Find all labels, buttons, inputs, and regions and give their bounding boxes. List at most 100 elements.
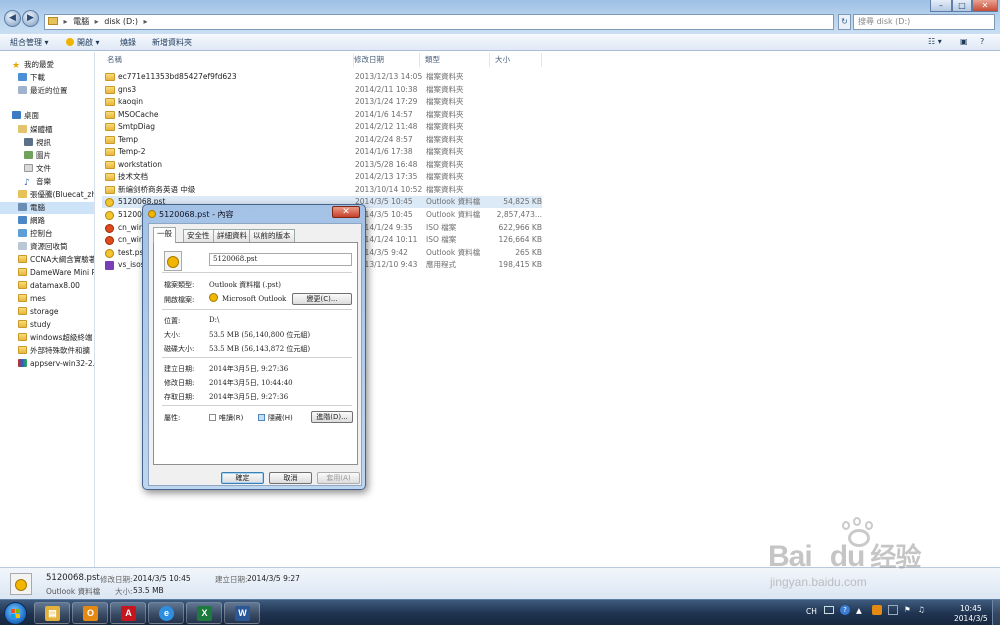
- help-icon[interactable]: ?: [980, 37, 984, 46]
- nav-favorites[interactable]: ★ 我的最愛: [12, 59, 54, 71]
- change-button[interactable]: 變更(C)...: [292, 293, 352, 305]
- nav-pictures[interactable]: 圖片: [24, 150, 51, 162]
- start-button[interactable]: [4, 602, 27, 625]
- new-folder-button[interactable]: 新增資料夾: [152, 37, 192, 48]
- keyboard-icon[interactable]: [824, 606, 834, 614]
- opens-with-value: Microsoft Outlook: [222, 295, 287, 303]
- column-header-name[interactable]: 名稱: [102, 53, 354, 67]
- hidden-label: 隱藏(H): [268, 414, 293, 422]
- nav-archive-appserv[interactable]: appserv-win32-2.5: [18, 358, 94, 370]
- maximize-button[interactable]: □: [952, 0, 972, 12]
- column-header-date[interactable]: 修改日期: [349, 53, 420, 67]
- tab-security[interactable]: 安全性: [183, 229, 214, 242]
- clock-date[interactable]: 2014/3/5: [954, 614, 988, 623]
- flag-icon[interactable]: ⚑: [904, 605, 911, 614]
- file-row[interactable]: SmtpDiag 2014/2/12 11:48 檔案資料夾: [102, 121, 542, 133]
- taskbar-outlook-button[interactable]: O: [72, 602, 108, 624]
- outlook-data-file-icon: [164, 251, 182, 271]
- taskbar-explorer-button[interactable]: ▤: [34, 602, 70, 624]
- clock-time[interactable]: 10:45: [960, 604, 982, 613]
- file-row[interactable]: workstation 2013/5/28 16:48 檔案資料夾: [102, 159, 542, 171]
- tray-expand-icon[interactable]: ▲: [856, 606, 862, 615]
- file-row[interactable]: MSOCache 2014/1/6 14:57 檔案資料夾: [102, 109, 542, 121]
- apply-button[interactable]: 套用(A): [317, 472, 360, 484]
- nav-network[interactable]: 網路: [18, 215, 45, 227]
- show-desktop-button[interactable]: [992, 600, 1000, 625]
- taskbar-word-button[interactable]: W: [224, 602, 260, 624]
- outlook-tray-icon[interactable]: [872, 605, 882, 615]
- file-row[interactable]: 新编剑桥商务英语 中级 2013/10/14 10:52 檔案資料夾: [102, 184, 542, 196]
- search-input[interactable]: 搜尋 disk (D:): [853, 14, 995, 30]
- column-header-type[interactable]: 類型: [420, 53, 490, 67]
- nav-folder-hyperterminal[interactable]: windows超級終端: [18, 332, 92, 344]
- nav-folder-external-software[interactable]: 外部特殊軟件和擴: [18, 345, 90, 357]
- advanced-button[interactable]: 進階(D)...: [311, 411, 353, 423]
- taskbar-excel-button[interactable]: X: [186, 602, 222, 624]
- folder-icon: [18, 333, 27, 341]
- attributes-label: 屬性:: [164, 414, 181, 422]
- file-type-label: 檔案類型:: [164, 281, 195, 289]
- file-row[interactable]: gns3 2014/2/11 10:38 檔案資料夾: [102, 84, 542, 96]
- close-button[interactable]: ✕: [972, 0, 998, 12]
- organize-button[interactable]: 組合管理 ▾: [10, 37, 49, 48]
- back-button[interactable]: ◀: [4, 10, 21, 27]
- breadcrumb-disk-d[interactable]: disk (D:): [104, 17, 138, 26]
- file-row[interactable]: kaoqin 2013/1/24 17:29 檔案資料夾: [102, 96, 542, 108]
- nav-recent-places[interactable]: 最近的位置: [18, 85, 68, 97]
- nav-folder-dameware[interactable]: DameWare Mini Re: [18, 267, 94, 279]
- location-label: 位置:: [164, 317, 181, 325]
- general-tab-panel: 5120068.pst 檔案類型: Outlook 資料檔 (.pst) 開啟檔…: [153, 242, 358, 465]
- nav-downloads[interactable]: 下載: [18, 72, 45, 84]
- nav-folder-mes[interactable]: mes: [18, 293, 46, 305]
- file-row[interactable]: Temp 2014/2/24 8:57 檔案資料夾: [102, 134, 542, 146]
- refresh-icon[interactable]: ↻: [838, 14, 851, 30]
- forward-button[interactable]: ▶: [22, 10, 39, 27]
- burn-button[interactable]: 燒錄: [120, 37, 136, 48]
- column-header-size[interactable]: 大小: [490, 53, 542, 67]
- preview-pane-icon[interactable]: ▣: [960, 37, 968, 46]
- address-bar[interactable]: ▸ 電腦 ▸ disk (D:) ▸: [44, 14, 834, 30]
- filename-field[interactable]: 5120068.pst: [209, 253, 352, 266]
- ok-button[interactable]: 確定: [221, 472, 264, 484]
- open-button[interactable]: 開啟 ▾: [66, 37, 100, 48]
- tab-general[interactable]: 一般: [153, 227, 176, 243]
- nav-user-folder[interactable]: 張優騰(Bluecat_zha: [18, 189, 94, 201]
- dialog-close-button[interactable]: ✕: [332, 206, 360, 218]
- cancel-button[interactable]: 取消: [269, 472, 312, 484]
- taskbar-acrobat-button[interactable]: A: [110, 602, 146, 624]
- volume-icon[interactable]: ♫: [918, 605, 925, 614]
- iso-file-icon: [105, 224, 114, 233]
- nav-documents[interactable]: 文件: [24, 163, 51, 175]
- nav-folder-datamax[interactable]: datamax8.00: [18, 280, 80, 292]
- tab-details[interactable]: 詳細資料: [213, 229, 251, 242]
- readonly-checkbox[interactable]: [209, 414, 216, 421]
- nav-control-panel[interactable]: 控制台: [18, 228, 53, 240]
- nav-videos[interactable]: 視訊: [24, 137, 51, 149]
- folder-icon: [105, 161, 115, 169]
- computer-icon: [18, 203, 27, 211]
- navigation-pane[interactable]: ★ 我的最愛 下載 最近的位置 桌面 媒體櫃 視訊 圖片 文件 ♪ 音樂 張優騰(B…: [0, 52, 95, 567]
- nav-desktop[interactable]: 桌面: [12, 110, 39, 122]
- nav-libraries[interactable]: 媒體櫃: [18, 124, 53, 136]
- nav-folder-study[interactable]: study: [18, 319, 51, 331]
- folder-icon: [18, 268, 27, 276]
- hidden-checkbox[interactable]: [258, 414, 265, 421]
- file-row[interactable]: 技术文档 2014/2/13 17:35 檔案資料夾: [102, 171, 542, 183]
- network-icon[interactable]: [888, 605, 898, 615]
- nav-computer[interactable]: 電腦: [0, 202, 94, 214]
- recycle-bin-icon: [18, 242, 27, 250]
- file-row[interactable]: ec771e11353bd85427ef9fd623 2013/12/13 14:…: [102, 71, 542, 83]
- taskbar-ie-button[interactable]: e: [148, 602, 184, 624]
- ime-indicator[interactable]: CH: [806, 607, 817, 616]
- breadcrumb-computer[interactable]: 電腦: [73, 17, 89, 26]
- minimize-button[interactable]: –: [930, 0, 952, 12]
- help-icon[interactable]: ?: [840, 605, 850, 615]
- tab-previous-versions[interactable]: 以前的版本: [249, 229, 295, 242]
- nav-folder-storage[interactable]: storage: [18, 306, 59, 318]
- view-options-icon[interactable]: ☷ ▾: [928, 37, 942, 46]
- nav-folder-ccna[interactable]: CCNA大綱含實驗著: [18, 254, 94, 266]
- folder-icon: [18, 281, 27, 289]
- nav-music[interactable]: ♪ 音樂: [24, 176, 51, 188]
- nav-recycle-bin[interactable]: 資源回收筒: [18, 241, 68, 253]
- file-row[interactable]: Temp-2 2014/1/6 17:38 檔案資料夾: [102, 146, 542, 158]
